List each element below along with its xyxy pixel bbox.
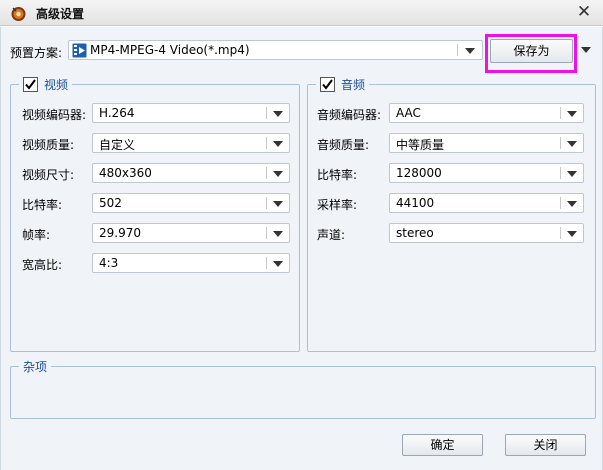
highlight-box xyxy=(485,34,577,73)
video-quality-label: 视频质量: xyxy=(22,138,75,152)
audio-channels-select[interactable]: stereo xyxy=(389,223,584,243)
audio-enable-checkbox[interactable] xyxy=(320,76,335,92)
video-codec-value: H.264 xyxy=(99,106,135,120)
audio-bitrate-label: 比特率: xyxy=(317,168,358,182)
video-bitrate-label: 比特率: xyxy=(22,198,63,212)
audio-bitrate-value: 128000 xyxy=(396,166,442,180)
audio-quality-select[interactable]: 中等质量 xyxy=(389,133,584,153)
video-group-header: 视频 xyxy=(19,75,73,93)
audio-quality-label: 音频质量: xyxy=(317,138,370,152)
close-icon[interactable]: ✕ xyxy=(575,3,593,21)
video-framerate-value: 29.970 xyxy=(99,226,141,240)
misc-group: 杂项 xyxy=(10,357,596,419)
dialog-body: 预置方案: MP4-MPEG-4 Video(*.mp4) 保存为 视频 视频编… xyxy=(0,27,603,470)
chevron-down-icon[interactable] xyxy=(273,171,283,177)
preset-value: MP4-MPEG-4 Video(*.mp4) xyxy=(90,43,250,57)
audio-quality-value: 中等质量 xyxy=(396,138,445,152)
title-bar: 高级设置 ✕ xyxy=(0,0,603,26)
chevron-down-icon[interactable] xyxy=(273,111,283,117)
check-icon xyxy=(25,78,36,90)
chevron-down-icon[interactable] xyxy=(567,231,577,237)
video-quality-select[interactable]: 自定义 xyxy=(92,133,290,153)
video-bitrate-select[interactable]: 502 xyxy=(92,193,290,213)
chevron-down-icon[interactable] xyxy=(567,201,577,207)
video-bitrate-value: 502 xyxy=(99,196,122,210)
video-aspect-select[interactable]: 4:3 xyxy=(92,253,290,273)
video-size-label: 视频尺寸: xyxy=(22,168,75,182)
app-logo-icon xyxy=(11,7,26,21)
chevron-down-icon[interactable] xyxy=(273,141,283,147)
video-codec-select[interactable]: H.264 xyxy=(92,103,290,123)
audio-codec-value: AAC xyxy=(396,106,421,120)
chevron-down-icon[interactable] xyxy=(567,171,577,177)
video-aspect-label: 宽高比: xyxy=(22,258,63,272)
misc-group-title: 杂项 xyxy=(23,359,48,374)
video-file-icon xyxy=(72,43,87,58)
save-as-menu-button[interactable] xyxy=(574,40,596,60)
audio-channels-value: stereo xyxy=(396,226,434,240)
video-framerate-select[interactable]: 29.970 xyxy=(92,223,290,243)
ok-button[interactable]: 确定 xyxy=(402,434,483,456)
chevron-down-icon[interactable] xyxy=(273,261,283,267)
audio-group-title: 音频 xyxy=(341,77,366,92)
video-enable-checkbox[interactable] xyxy=(23,76,38,92)
audio-codec-label: 音频编码器: xyxy=(317,108,382,122)
audio-group: 音频 xyxy=(307,75,596,352)
chevron-down-icon[interactable] xyxy=(581,47,591,53)
chevron-down-icon[interactable] xyxy=(567,141,577,147)
audio-bitrate-select[interactable]: 128000 xyxy=(389,163,584,183)
check-icon xyxy=(322,78,333,90)
audio-group-header: 音频 xyxy=(316,75,370,93)
misc-group-header: 杂项 xyxy=(19,357,52,375)
video-aspect-value: 4:3 xyxy=(99,256,119,270)
chevron-down-icon[interactable] xyxy=(567,111,577,117)
audio-codec-select[interactable]: AAC xyxy=(389,103,584,123)
video-size-value: 480x360 xyxy=(99,166,152,180)
video-size-select[interactable]: 480x360 xyxy=(92,163,290,183)
audio-samplerate-select[interactable]: 44100 xyxy=(389,193,584,213)
audio-samplerate-label: 采样率: xyxy=(317,198,358,212)
chevron-down-icon[interactable] xyxy=(273,231,283,237)
video-quality-value: 自定义 xyxy=(99,138,136,152)
close-button[interactable]: 关闭 xyxy=(505,434,586,456)
audio-channels-label: 声道: xyxy=(317,228,346,242)
audio-samplerate-value: 44100 xyxy=(396,196,435,210)
video-group-title: 视频 xyxy=(44,77,69,92)
video-codec-label: 视频编码器: xyxy=(22,108,87,122)
window-title: 高级设置 xyxy=(36,7,85,21)
video-framerate-label: 帧率: xyxy=(22,228,51,242)
video-group: 视频 xyxy=(10,75,300,352)
preset-label: 预置方案: xyxy=(10,46,63,60)
chevron-down-icon[interactable] xyxy=(273,201,283,207)
chevron-down-icon[interactable] xyxy=(465,48,475,54)
preset-select[interactable]: MP4-MPEG-4 Video(*.mp4) xyxy=(68,40,483,60)
